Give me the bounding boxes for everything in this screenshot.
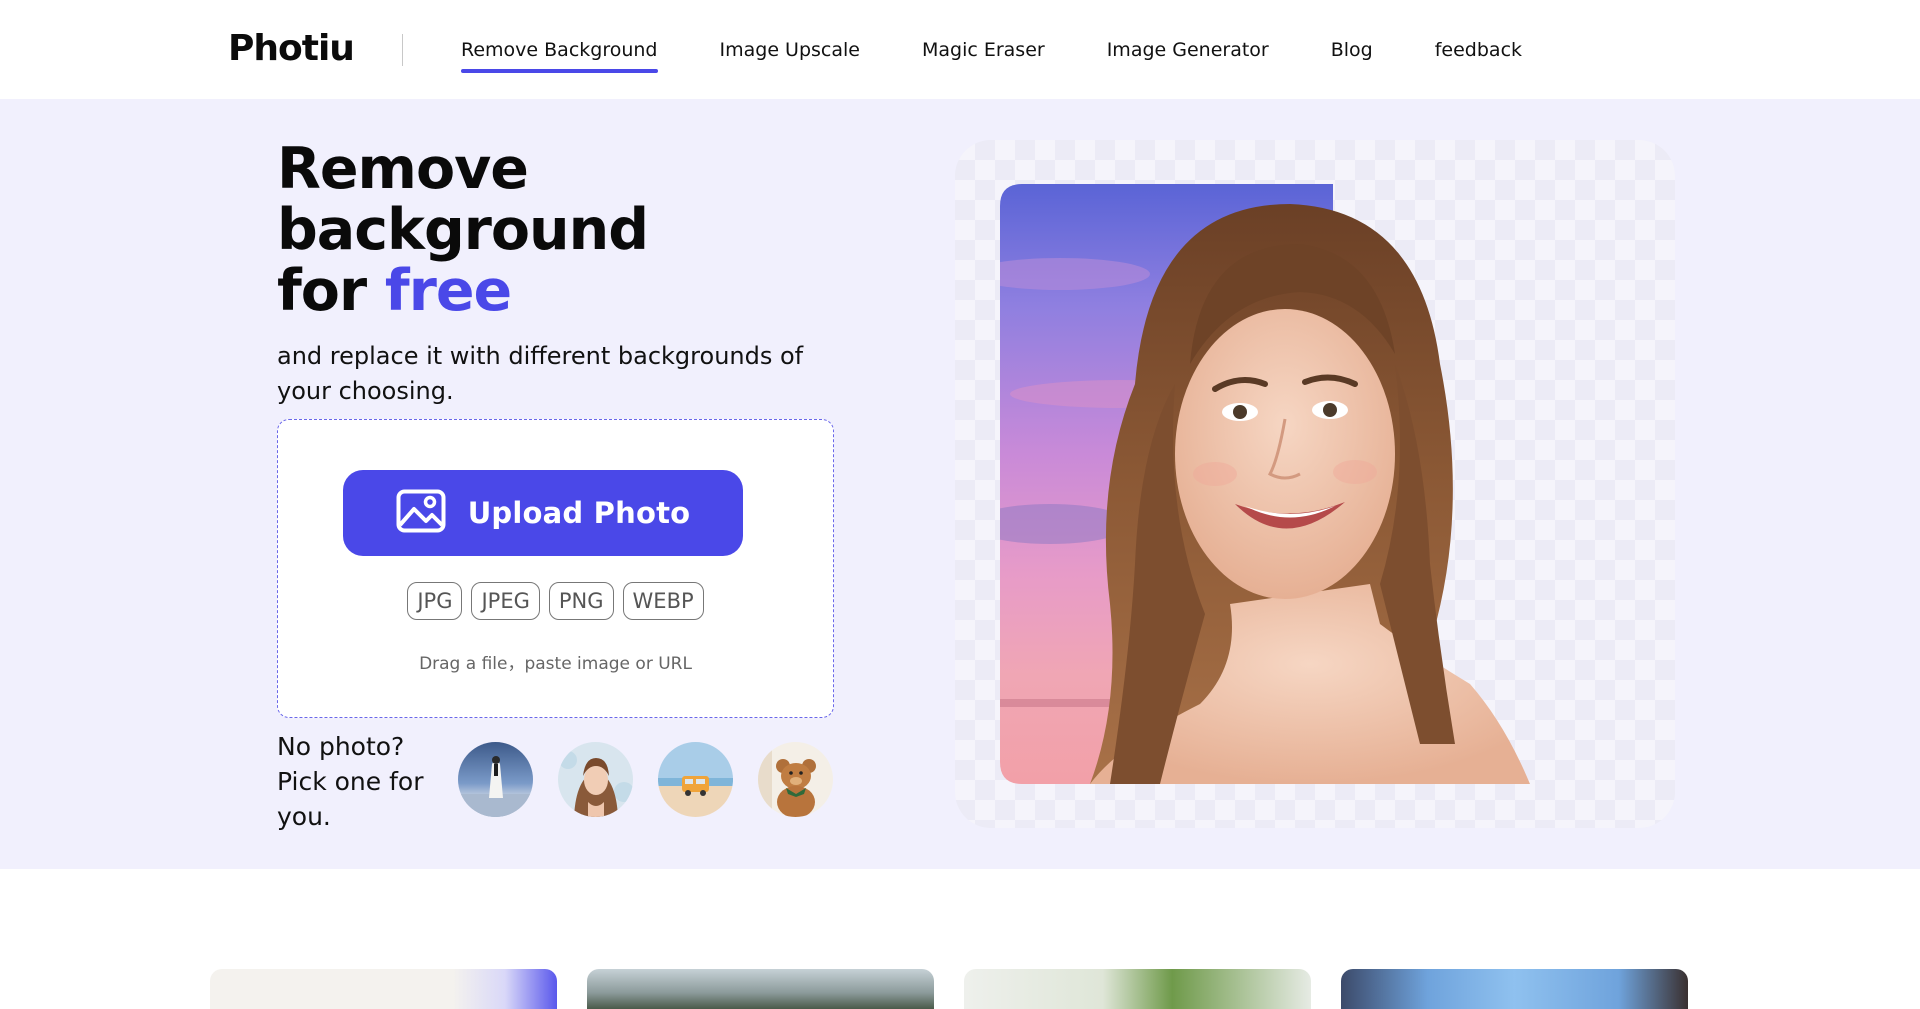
format-tag-jpg: JPG <box>407 582 463 620</box>
hero-title: Remove background for free <box>277 136 649 324</box>
brand-logo[interactable]: Photiu <box>228 28 355 69</box>
main-nav: Remove Background Image Upscale Magic Er… <box>461 0 1522 99</box>
format-tag-webp: WEBP <box>622 582 704 620</box>
nav-feedback[interactable]: feedback <box>1435 33 1522 67</box>
sample-image-beach-van[interactable] <box>658 742 733 817</box>
hero-title-accent: free <box>384 258 512 324</box>
upload-dropzone[interactable]: Upload Photo JPG JPEG PNG WEBP Drag a fi… <box>277 419 834 718</box>
header-divider <box>402 34 403 66</box>
format-tag-jpeg: JPEG <box>471 582 540 620</box>
example-card-1[interactable] <box>210 969 557 1009</box>
hero-title-line2: background <box>277 197 649 263</box>
sample-images <box>458 742 833 817</box>
sample-prompt: No photo? Pick one for you. <box>277 732 424 831</box>
nav-image-upscale[interactable]: Image Upscale <box>720 33 860 67</box>
upload-photo-button[interactable]: Upload Photo <box>343 470 743 556</box>
nav-remove-background[interactable]: Remove Background <box>461 33 658 73</box>
nav-image-generator[interactable]: Image Generator <box>1107 33 1269 67</box>
sample-image-teddy-bear[interactable] <box>758 742 833 817</box>
hero-section: Remove background for free and replace i… <box>0 99 1920 869</box>
preview-card <box>955 140 1675 828</box>
example-card-2[interactable] <box>587 969 934 1009</box>
sample-image-beach-woman[interactable] <box>458 742 533 817</box>
format-tag-png: PNG <box>548 582 614 620</box>
hero-title-prefix: for <box>277 258 385 324</box>
hero-subtitle: and replace it with different background… <box>277 342 804 405</box>
nav-blog[interactable]: Blog <box>1331 33 1373 67</box>
nav-magic-eraser[interactable]: Magic Eraser <box>922 33 1045 67</box>
example-card-3[interactable] <box>964 969 1311 1009</box>
hero-title-line1: Remove <box>277 136 529 202</box>
upload-photo-label: Upload Photo <box>467 496 691 530</box>
drag-hint: Drag a file，paste image or URL <box>419 654 692 674</box>
preview-image <box>1000 184 1530 784</box>
site-header: Photiu Remove Background Image Upscale M… <box>0 0 1920 99</box>
image-icon <box>396 489 446 537</box>
sample-image-portrait[interactable] <box>558 742 633 817</box>
example-card-4[interactable] <box>1341 969 1688 1009</box>
format-list: JPG JPEG PNG WEBP <box>278 582 833 620</box>
